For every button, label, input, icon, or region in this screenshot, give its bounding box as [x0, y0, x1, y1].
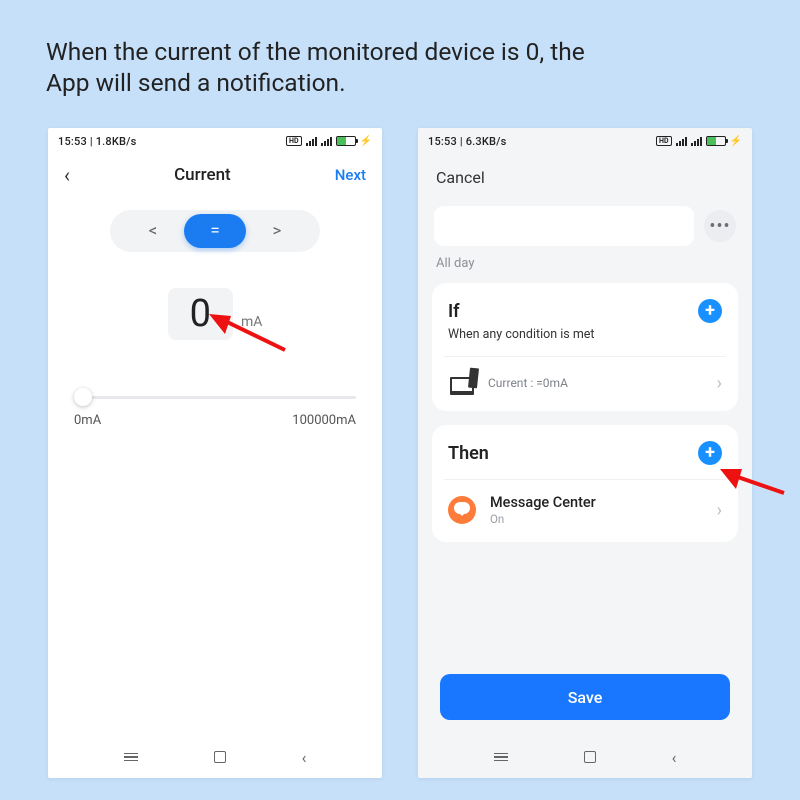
android-nav-bar: ‹	[48, 742, 382, 772]
if-title: If	[448, 301, 460, 322]
value-slider[interactable]: 0mA 100000mA	[74, 396, 356, 428]
recents-button[interactable]	[494, 753, 508, 762]
action-title: Message Center	[490, 494, 596, 511]
add-condition-button[interactable]: +	[698, 299, 722, 323]
action-row[interactable]: Message Center On ›	[448, 494, 722, 526]
home-button[interactable]	[584, 751, 596, 763]
slider-track	[74, 396, 356, 399]
status-icons: HD ⚡	[656, 136, 742, 147]
slider-thumb[interactable]	[74, 388, 92, 406]
automation-name-row: •••	[418, 200, 752, 246]
divider	[444, 479, 726, 480]
phone-current-screen: 15:53 | 1.8KB/s HD ⚡ ‹ Current Next < = …	[48, 128, 382, 778]
status-icons: HD ⚡	[286, 136, 372, 147]
condition-row[interactable]: Current : =0mA ›	[448, 371, 722, 395]
home-button[interactable]	[214, 751, 226, 763]
signal-2-icon	[321, 137, 332, 146]
if-subtitle: When any condition is met	[448, 327, 722, 342]
status-bar: 15:53 | 6.3KB/s HD ⚡	[418, 128, 752, 154]
condition-text: Current : =0mA	[488, 376, 568, 390]
value-unit: mA	[241, 314, 262, 340]
back-button[interactable]: ‹	[64, 163, 70, 187]
signal-2-icon	[691, 137, 702, 146]
slider-labels: 0mA 100000mA	[74, 413, 356, 428]
hd-badge-icon: HD	[286, 136, 302, 146]
then-title: Then	[448, 443, 489, 464]
add-action-button[interactable]: +	[698, 441, 722, 465]
signal-1-icon	[676, 137, 687, 146]
battery-icon	[706, 136, 726, 146]
value-input[interactable]: 0	[168, 288, 233, 340]
chevron-right-icon: ›	[717, 373, 722, 394]
page-title: Current	[174, 165, 231, 185]
android-nav-bar: ‹	[418, 742, 752, 772]
message-icon	[448, 496, 476, 524]
chevron-right-icon: ›	[717, 500, 722, 521]
banner-line-2: App will send a notification.	[46, 68, 346, 97]
cancel-button[interactable]: Cancel	[436, 168, 485, 187]
nav-bar: ‹ Current Next	[48, 154, 382, 196]
action-subtitle: On	[490, 512, 596, 526]
operator-greater-than[interactable]: >	[246, 214, 308, 248]
signal-1-icon	[306, 137, 317, 146]
back-nav-button[interactable]: ‹	[672, 748, 677, 767]
then-card: Then + Message Center On ›	[432, 425, 738, 542]
status-time: 15:53 | 6.3KB/s	[428, 135, 507, 148]
recents-button[interactable]	[124, 753, 138, 762]
operator-less-than[interactable]: <	[122, 214, 184, 248]
divider	[444, 356, 726, 357]
automation-name-input[interactable]	[434, 206, 694, 246]
hd-badge-icon: HD	[656, 136, 672, 146]
phone-automation-screen: 15:53 | 6.3KB/s HD ⚡ Cancel ••• All day …	[418, 128, 752, 778]
next-button[interactable]: Next	[335, 166, 366, 184]
save-button[interactable]: Save	[440, 674, 730, 720]
back-nav-button[interactable]: ‹	[302, 748, 307, 767]
if-card: If + When any condition is met Current :…	[432, 283, 738, 411]
operator-equals[interactable]: =	[184, 214, 246, 248]
value-input-row: 0 mA	[48, 288, 382, 340]
charging-icon: ⚡	[730, 136, 742, 147]
status-bar: 15:53 | 1.8KB/s HD ⚡	[48, 128, 382, 154]
device-icon	[448, 371, 476, 395]
battery-icon	[336, 136, 356, 146]
operator-selector: < = >	[110, 210, 320, 252]
charging-icon: ⚡	[360, 136, 372, 147]
instruction-banner: When the current of the monitored device…	[46, 36, 754, 99]
schedule-label[interactable]: All day	[418, 246, 752, 279]
banner-line-1: When the current of the monitored device…	[46, 37, 585, 66]
more-options-button[interactable]: •••	[704, 210, 736, 242]
nav-bar: Cancel	[418, 154, 752, 200]
slider-max: 100000mA	[292, 413, 356, 428]
status-time: 15:53 | 1.8KB/s	[58, 135, 137, 148]
slider-min: 0mA	[74, 413, 101, 428]
